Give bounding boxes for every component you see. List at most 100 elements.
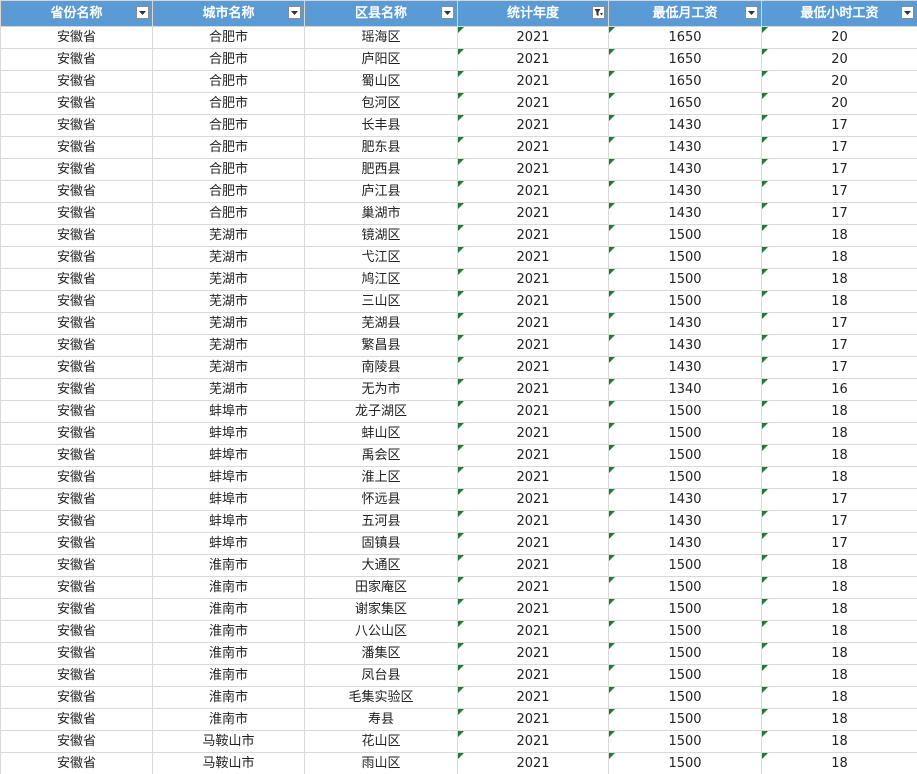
year-cell[interactable]: 2021 <box>457 378 609 401</box>
hourly-wage-cell[interactable]: 18 <box>761 686 917 709</box>
city-cell[interactable]: 淮南市 <box>152 598 305 621</box>
year-cell[interactable]: 2021 <box>457 708 609 731</box>
hourly-wage-cell[interactable]: 17 <box>761 510 917 533</box>
city-cell[interactable]: 合肥市 <box>152 202 305 225</box>
province-cell[interactable]: 安徽省 <box>0 48 153 71</box>
year-cell[interactable]: 2021 <box>457 70 609 93</box>
monthly-wage-cell[interactable]: 1500 <box>608 466 762 489</box>
province-cell[interactable]: 安徽省 <box>0 488 153 511</box>
province-cell[interactable]: 安徽省 <box>0 422 153 445</box>
district-cell[interactable]: 龙子湖区 <box>304 400 458 423</box>
city-cell[interactable]: 淮南市 <box>152 620 305 643</box>
province-cell[interactable]: 安徽省 <box>0 620 153 643</box>
city-cell[interactable]: 马鞍山市 <box>152 752 305 774</box>
city-cell[interactable]: 淮南市 <box>152 686 305 709</box>
district-cell[interactable]: 凤台县 <box>304 664 458 687</box>
city-cell[interactable]: 淮南市 <box>152 576 305 599</box>
hourly-wage-cell[interactable]: 18 <box>761 400 917 423</box>
district-cell[interactable]: 寿县 <box>304 708 458 731</box>
province-cell[interactable]: 安徽省 <box>0 400 153 423</box>
district-cell[interactable]: 鸠江区 <box>304 268 458 291</box>
province-cell[interactable]: 安徽省 <box>0 598 153 621</box>
province-cell[interactable]: 安徽省 <box>0 246 153 269</box>
city-cell[interactable]: 蚌埠市 <box>152 422 305 445</box>
hourly-wage-cell[interactable]: 17 <box>761 158 917 181</box>
hourly-wage-cell[interactable]: 18 <box>761 554 917 577</box>
monthly-wage-cell[interactable]: 1500 <box>608 422 762 445</box>
monthly-wage-cell[interactable]: 1500 <box>608 444 762 467</box>
province-cell[interactable]: 安徽省 <box>0 444 153 467</box>
monthly-wage-cell[interactable]: 1430 <box>608 488 762 511</box>
city-cell[interactable]: 蚌埠市 <box>152 466 305 489</box>
province-cell[interactable]: 安徽省 <box>0 752 153 774</box>
column-header-district[interactable]: 区县名称 <box>304 0 458 27</box>
city-cell[interactable]: 淮南市 <box>152 642 305 665</box>
hourly-wage-cell[interactable]: 18 <box>761 290 917 313</box>
district-cell[interactable]: 田家庵区 <box>304 576 458 599</box>
monthly-wage-cell[interactable]: 1500 <box>608 642 762 665</box>
city-cell[interactable]: 合肥市 <box>152 136 305 159</box>
monthly-wage-cell[interactable]: 1430 <box>608 158 762 181</box>
year-cell[interactable]: 2021 <box>457 268 609 291</box>
city-cell[interactable]: 合肥市 <box>152 180 305 203</box>
monthly-wage-cell[interactable]: 1500 <box>608 708 762 731</box>
hourly-wage-cell[interactable]: 20 <box>761 26 917 49</box>
monthly-wage-cell[interactable]: 1430 <box>608 180 762 203</box>
province-cell[interactable]: 安徽省 <box>0 708 153 731</box>
monthly-wage-cell[interactable]: 1430 <box>608 510 762 533</box>
monthly-wage-cell[interactable]: 1500 <box>608 268 762 291</box>
monthly-wage-cell[interactable]: 1500 <box>608 730 762 753</box>
year-cell[interactable]: 2021 <box>457 554 609 577</box>
province-cell[interactable]: 安徽省 <box>0 532 153 555</box>
district-cell[interactable]: 南陵县 <box>304 356 458 379</box>
year-cell[interactable]: 2021 <box>457 290 609 313</box>
province-cell[interactable]: 安徽省 <box>0 378 153 401</box>
province-cell[interactable]: 安徽省 <box>0 224 153 247</box>
hourly-wage-cell[interactable]: 18 <box>761 576 917 599</box>
district-cell[interactable]: 庐阳区 <box>304 48 458 71</box>
column-header-province[interactable]: 省份名称 <box>0 0 153 27</box>
city-cell[interactable]: 芜湖市 <box>152 334 305 357</box>
year-cell[interactable]: 2021 <box>457 246 609 269</box>
hourly-wage-cell[interactable]: 20 <box>761 48 917 71</box>
city-cell[interactable]: 淮南市 <box>152 708 305 731</box>
district-cell[interactable]: 五河县 <box>304 510 458 533</box>
district-cell[interactable]: 毛集实验区 <box>304 686 458 709</box>
province-cell[interactable]: 安徽省 <box>0 730 153 753</box>
monthly-wage-cell[interactable]: 1430 <box>608 312 762 335</box>
city-cell[interactable]: 合肥市 <box>152 158 305 181</box>
hourly-wage-cell[interactable]: 18 <box>761 708 917 731</box>
district-cell[interactable]: 芜湖县 <box>304 312 458 335</box>
hourly-wage-cell[interactable]: 18 <box>761 730 917 753</box>
city-cell[interactable]: 淮南市 <box>152 664 305 687</box>
year-cell[interactable]: 2021 <box>457 92 609 115</box>
city-cell[interactable]: 蚌埠市 <box>152 510 305 533</box>
monthly-wage-cell[interactable]: 1500 <box>608 620 762 643</box>
monthly-wage-cell[interactable]: 1500 <box>608 224 762 247</box>
monthly-wage-cell[interactable]: 1340 <box>608 378 762 401</box>
district-cell[interactable]: 镜湖区 <box>304 224 458 247</box>
hourly-wage-cell[interactable]: 18 <box>761 664 917 687</box>
hourly-wage-cell[interactable]: 17 <box>761 202 917 225</box>
year-cell[interactable]: 2021 <box>457 114 609 137</box>
monthly-wage-cell[interactable]: 1650 <box>608 26 762 49</box>
city-cell[interactable]: 马鞍山市 <box>152 730 305 753</box>
city-cell[interactable]: 芜湖市 <box>152 268 305 291</box>
monthly-wage-cell[interactable]: 1430 <box>608 136 762 159</box>
hourly-wage-cell[interactable]: 18 <box>761 598 917 621</box>
hourly-wage-cell[interactable]: 18 <box>761 466 917 489</box>
district-cell[interactable]: 巢湖市 <box>304 202 458 225</box>
city-cell[interactable]: 蚌埠市 <box>152 400 305 423</box>
province-cell[interactable]: 安徽省 <box>0 554 153 577</box>
hourly-wage-cell[interactable]: 17 <box>761 136 917 159</box>
monthly-wage-cell[interactable]: 1430 <box>608 334 762 357</box>
hourly-wage-cell[interactable]: 18 <box>761 642 917 665</box>
city-cell[interactable]: 芜湖市 <box>152 224 305 247</box>
district-cell[interactable]: 弋江区 <box>304 246 458 269</box>
year-cell[interactable]: 2021 <box>457 642 609 665</box>
hourly-wage-cell[interactable]: 20 <box>761 70 917 93</box>
district-cell[interactable]: 无为市 <box>304 378 458 401</box>
column-header-year[interactable]: 统计年度 <box>457 0 609 27</box>
hourly-wage-cell[interactable]: 18 <box>761 268 917 291</box>
city-cell[interactable]: 芜湖市 <box>152 312 305 335</box>
